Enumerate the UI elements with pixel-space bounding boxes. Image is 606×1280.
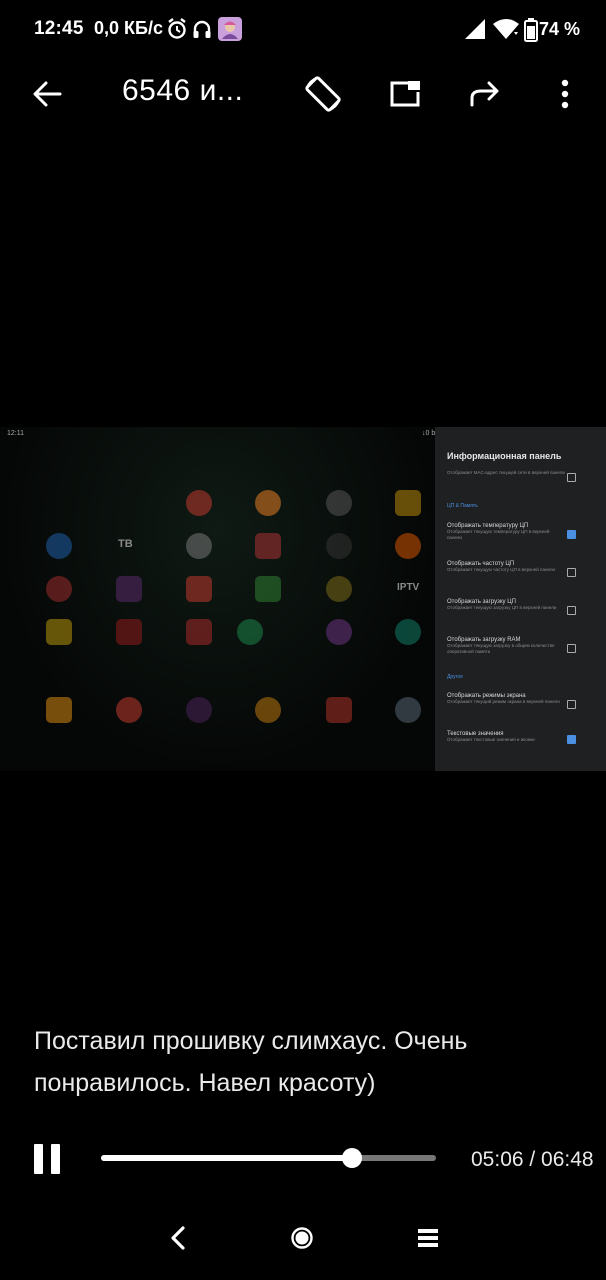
panel-checkbox xyxy=(567,644,576,653)
network-speed: 0,0 КБ/с xyxy=(94,18,163,38)
picture-in-picture-icon xyxy=(389,80,421,113)
panel-checkbox-checked xyxy=(567,530,576,539)
app-icon xyxy=(395,697,421,723)
headphones-icon xyxy=(192,18,212,45)
pause-icon xyxy=(34,1144,43,1174)
app-icon xyxy=(326,619,352,645)
info-panel-title: Информационная панель xyxy=(447,451,562,461)
panel-category: ЦП & Память xyxy=(447,503,478,509)
panel-row: Текстовые значения Отображает текстовые … xyxy=(447,731,535,742)
tv-status-time: 12:11 xyxy=(7,430,24,437)
seek-bar[interactable] xyxy=(101,1148,436,1168)
panel-row: Отображать частоту ЦП Отображает текущую… xyxy=(447,561,555,572)
pause-button[interactable] xyxy=(34,1144,62,1174)
more-options-button[interactable] xyxy=(543,74,587,118)
nav-back-button[interactable] xyxy=(158,1222,198,1258)
app-icon xyxy=(116,697,142,723)
app-avatar-icon xyxy=(218,17,242,46)
nav-home-button[interactable] xyxy=(282,1222,322,1258)
app-label-tv: TB xyxy=(118,538,133,550)
app-icon xyxy=(186,490,212,516)
app-icon xyxy=(46,576,72,602)
seek-bar-thumb[interactable] xyxy=(342,1148,363,1168)
app-icon xyxy=(46,533,72,559)
back-button[interactable] xyxy=(25,74,69,118)
app-icon xyxy=(255,576,281,602)
status-time: 12:45 xyxy=(34,18,84,39)
nav-recents-icon xyxy=(417,1228,439,1253)
app-label-iptv: IPTV xyxy=(397,582,420,593)
nav-back-icon xyxy=(170,1225,186,1255)
app-icon xyxy=(255,697,281,723)
video-caption: Поставил прошивку слимхаус. Очень понрав… xyxy=(34,1027,468,1097)
nav-recents-button[interactable] xyxy=(408,1222,448,1258)
panel-row: Отображать режимы экрана Отображает теку… xyxy=(447,693,560,704)
app-icon xyxy=(255,490,281,516)
panel-row: Отображает MAC-адрес текущей сети в верх… xyxy=(447,470,565,475)
picture-in-picture-button[interactable] xyxy=(383,74,427,118)
back-arrow-icon xyxy=(32,81,62,112)
app-icon xyxy=(326,490,352,516)
app-icon xyxy=(186,533,212,559)
app-icon xyxy=(186,697,212,723)
app-icon xyxy=(116,619,142,645)
signal-icon xyxy=(464,18,486,45)
app-icon xyxy=(46,619,72,645)
share-icon xyxy=(469,81,501,112)
panel-row: Отображать температуру ЦП Отображает тек… xyxy=(447,523,550,540)
app-icon xyxy=(255,533,281,559)
app-icon xyxy=(395,619,421,645)
app-icon xyxy=(326,533,352,559)
app-icon xyxy=(186,619,212,645)
rotate-screen-icon xyxy=(302,73,344,120)
panel-row: Отображать загрузку ЦП Отображает текущу… xyxy=(447,599,557,610)
app-icon xyxy=(326,697,352,723)
nav-home-icon xyxy=(290,1226,314,1255)
seek-bar-progress xyxy=(101,1155,353,1161)
video-toolbar: 6546 и... xyxy=(0,60,606,130)
panel-checkbox xyxy=(567,473,576,482)
tv-home-screen: 12:11 TB IPTV xyxy=(0,427,435,771)
more-vertical-icon xyxy=(561,79,569,114)
panel-row: Отображать загрузку RAM Отображает текущ… xyxy=(447,637,555,654)
share-button[interactable] xyxy=(463,74,507,118)
panel-checkbox xyxy=(567,606,576,615)
rotate-screen-button[interactable] xyxy=(301,74,345,118)
app-icon xyxy=(46,697,72,723)
video-frame[interactable]: 12:11 TB IPTV ↓0 b/s ↑0 b/s xyxy=(0,427,606,771)
panel-checkbox xyxy=(567,700,576,709)
status-bar: 12:45 0,0 КБ/с 74 % xyxy=(0,0,606,60)
info-panel: Информационная панель Отображает MAC-адр… xyxy=(435,427,606,771)
panel-checkbox xyxy=(567,568,576,577)
alarm-icon xyxy=(167,18,187,45)
video-title: 6546 и... xyxy=(122,74,244,107)
app-icon xyxy=(395,533,421,559)
wifi-icon xyxy=(492,18,520,45)
app-icon xyxy=(395,490,421,516)
playback-time: 05:06 / 06:48 xyxy=(471,1148,594,1171)
battery-icon xyxy=(524,18,538,47)
battery-percent: 74 % xyxy=(538,19,580,39)
app-icon xyxy=(237,619,263,645)
panel-checkbox-checked xyxy=(567,735,576,744)
panel-category: Другое xyxy=(447,674,463,680)
app-icon xyxy=(116,576,142,602)
app-icon xyxy=(326,576,352,602)
app-icon xyxy=(186,576,212,602)
